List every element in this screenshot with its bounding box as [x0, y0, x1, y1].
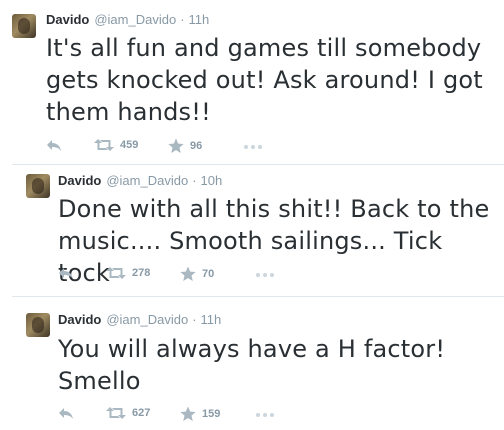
reply-button[interactable]: [58, 266, 74, 280]
author-name[interactable]: Davido: [58, 173, 101, 188]
more-button[interactable]: [256, 266, 274, 284]
favorite-button[interactable]: 96: [168, 138, 202, 154]
more-button[interactable]: [256, 406, 274, 424]
retweet-button[interactable]: 459: [94, 138, 138, 152]
avatar[interactable]: [26, 174, 50, 198]
timestamp[interactable]: 11h: [189, 12, 210, 27]
tweet-header: Davido @iam_Davido · 11h: [58, 312, 221, 327]
retweet-icon: [106, 407, 126, 419]
avatar[interactable]: [26, 313, 50, 337]
retweet-count: 278: [132, 267, 151, 279]
tweet-header: Davido @iam_Davido · 10h: [58, 173, 222, 188]
more-dots-icon: [251, 145, 255, 149]
reply-icon: [59, 268, 73, 279]
retweet-button[interactable]: 278: [106, 266, 150, 280]
author-handle[interactable]: @iam_Davido: [106, 312, 188, 327]
reply-icon: [47, 140, 61, 151]
favorite-button[interactable]: 70: [180, 266, 214, 282]
more-button[interactable]: [244, 138, 262, 156]
tweet[interactable]: Davido @iam_Davido · 11h You will always…: [0, 297, 504, 430]
more-dots-icon: [270, 273, 274, 277]
favorite-count: 96: [190, 140, 203, 152]
separator: ·: [180, 12, 185, 27]
timestamp[interactable]: 10h: [201, 173, 223, 188]
more-dots-icon: [256, 413, 260, 417]
star-icon: [180, 406, 196, 421]
reply-button[interactable]: [58, 406, 74, 420]
more-dots-icon: [256, 273, 260, 277]
retweet-icon: [106, 267, 126, 279]
author-handle[interactable]: @iam_Davido: [94, 12, 176, 27]
reply-icon: [59, 408, 73, 419]
retweet-icon: [94, 139, 114, 151]
favorite-button[interactable]: 159: [180, 406, 220, 422]
separator: ·: [192, 312, 197, 327]
tweet-text: You will always have a H factor! Smello: [58, 335, 446, 395]
retweet-button[interactable]: 627: [106, 406, 150, 420]
more-dots-icon: [244, 145, 248, 149]
avatar[interactable]: [12, 14, 36, 38]
favorite-count: 70: [202, 268, 215, 280]
retweet-count: 459: [120, 139, 139, 151]
reply-button[interactable]: [46, 138, 62, 152]
star-icon: [180, 266, 196, 281]
author-handle[interactable]: @iam_Davido: [106, 173, 188, 188]
tweet[interactable]: Davido @iam_Davido · 10h Done with all t…: [0, 165, 504, 296]
author-name[interactable]: Davido: [58, 312, 101, 327]
more-dots-icon: [263, 273, 267, 277]
more-dots-icon: [270, 413, 274, 417]
favorite-count: 159: [202, 408, 221, 420]
retweet-count: 627: [132, 407, 151, 419]
timestamp[interactable]: 11h: [201, 312, 222, 327]
more-dots-icon: [258, 145, 262, 149]
separator: ·: [192, 173, 197, 188]
tweet-header: Davido @iam_Davido · 11h: [46, 12, 209, 27]
star-icon: [168, 138, 184, 153]
tweet-text: It's all fun and games till somebody get…: [46, 34, 483, 126]
more-dots-icon: [263, 413, 267, 417]
author-name[interactable]: Davido: [46, 12, 89, 27]
tweet[interactable]: Davido @iam_Davido · 11h It's all fun an…: [0, 0, 504, 164]
